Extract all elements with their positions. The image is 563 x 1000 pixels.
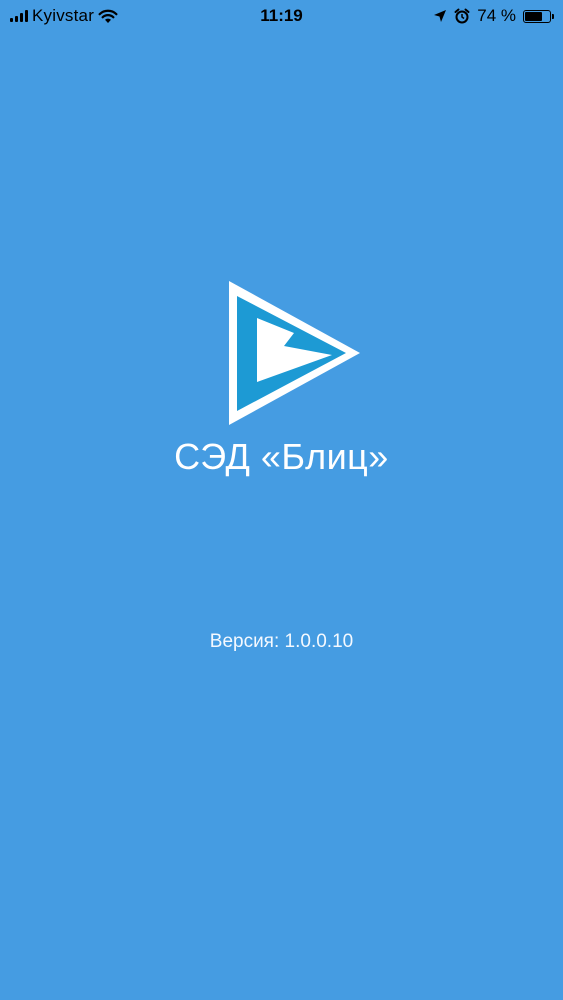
battery-tip xyxy=(552,13,554,19)
splash-screen: Kyivstar 11:19 74 % СЭД «Блиц» Версия: 1… xyxy=(0,0,563,1000)
battery-icon xyxy=(523,9,554,23)
version-number: 1.0.0.10 xyxy=(284,631,354,652)
battery-fill xyxy=(525,11,542,21)
alarm-clock-icon xyxy=(454,8,470,24)
battery-percent: 74 % xyxy=(477,6,516,25)
sed-blitz-logo-icon xyxy=(229,281,360,425)
version-line: Версия: 1.0.0.10 xyxy=(0,631,563,653)
app-title: СЭД «Блиц» xyxy=(174,436,389,477)
status-right: 74 % xyxy=(433,6,554,26)
version-label: Версия: xyxy=(209,631,280,652)
location-arrow-icon xyxy=(434,10,447,22)
status-bar: Kyivstar 11:19 74 % xyxy=(0,0,563,34)
